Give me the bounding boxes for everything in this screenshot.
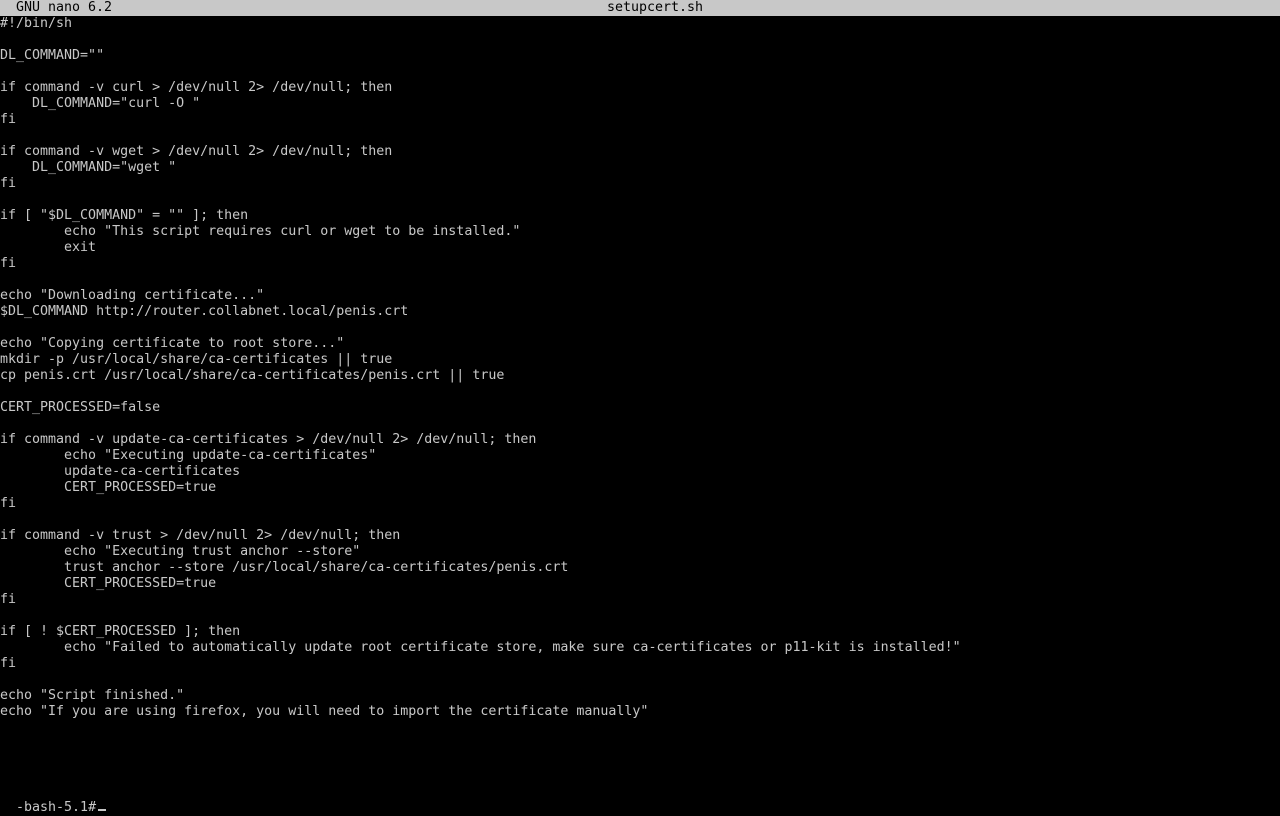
editor-text-area[interactable]: #!/bin/sh DL_COMMAND=""if command -v curl… (0, 16, 1280, 720)
code-line: fi (0, 656, 17, 671)
code-line: echo "Executing update-ca-certificates" (0, 448, 377, 463)
code-line: if command -v update-ca-certificates > /… (0, 432, 537, 447)
code-line: echo "Script finished." (0, 688, 185, 703)
code-line: echo "If you are using firefox, you will… (0, 704, 649, 719)
code-line: update-ca-certificates (0, 464, 241, 479)
code-line: fi (0, 176, 17, 191)
code-line: exit (0, 240, 97, 255)
code-line: cp penis.crt /usr/local/share/ca-certifi… (0, 368, 505, 383)
code-line: DL_COMMAND="curl -O " (0, 96, 201, 111)
code-line: $DL_COMMAND http://router.collabnet.loca… (0, 304, 409, 319)
code-line: fi (0, 592, 17, 607)
code-line: mkdir -p /usr/local/share/ca-certificate… (0, 352, 393, 367)
code-line: echo "Failed to automatically update roo… (0, 640, 961, 655)
text-cursor (98, 809, 107, 811)
code-line: if command -v curl > /dev/null 2> /dev/n… (0, 80, 393, 95)
code-line: echo "Downloading certificate..." (0, 288, 265, 303)
code-line: trust anchor --store /usr/local/share/ca… (0, 560, 569, 575)
code-line: if command -v wget > /dev/null 2> /dev/n… (0, 144, 393, 159)
code-line: fi (0, 112, 17, 127)
code-line: #!/bin/sh (0, 16, 73, 31)
code-line: if [ ! $CERT_PROCESSED ]; then (0, 624, 241, 639)
nano-title-bar: GNU nano 6.2 setupcert.sh (0, 0, 1280, 16)
code-line: CERT_PROCESSED=true (0, 576, 217, 591)
code-line: DL_COMMAND="wget " (0, 160, 177, 175)
code-line: CERT_PROCESSED=false (0, 400, 161, 415)
code-line: echo "Copying certificate to root store.… (0, 336, 345, 351)
code-line: fi (0, 496, 17, 511)
open-filename: setupcert.sh (606, 0, 704, 15)
code-line: if command -v trust > /dev/null 2> /dev/… (0, 528, 401, 543)
shell-prompt-line[interactable]: -bash-5.1# (0, 784, 1280, 815)
code-line: if [ "$DL_COMMAND" = "" ]; then (0, 208, 249, 223)
code-line: DL_COMMAND="" (0, 48, 105, 63)
code-line: fi (0, 256, 17, 271)
code-line: echo "Executing trust anchor --store" (0, 544, 361, 559)
code-line: echo "This script requires curl or wget … (0, 224, 521, 239)
code-line: CERT_PROCESSED=true (0, 480, 217, 495)
shell-prompt: -bash-5.1# (16, 800, 97, 815)
